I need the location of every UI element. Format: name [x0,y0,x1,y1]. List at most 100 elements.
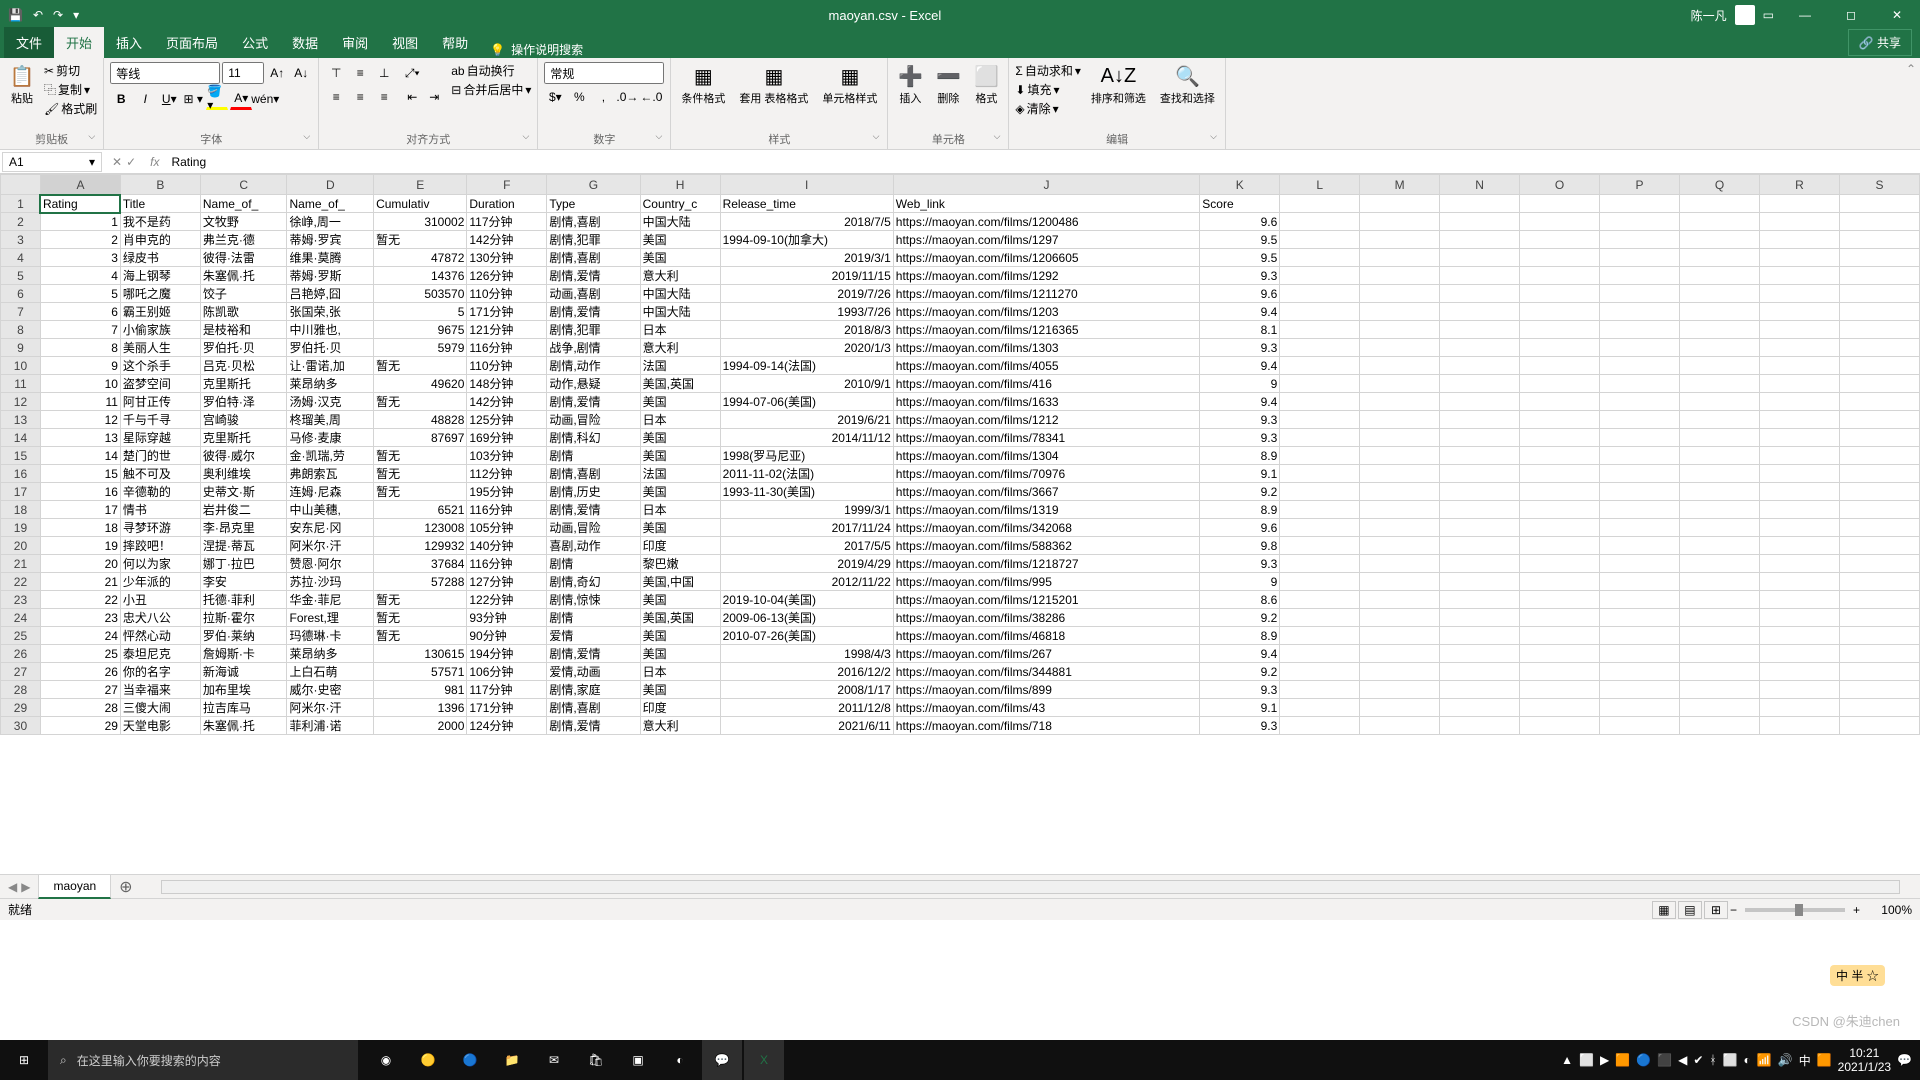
cell[interactable] [1440,321,1520,339]
cell[interactable] [1440,465,1520,483]
cell[interactable] [1839,267,1919,285]
cell[interactable]: 9.4 [1200,645,1280,663]
cell[interactable] [1759,393,1839,411]
cell[interactable] [1839,285,1919,303]
cell[interactable]: 赞恩·阿尔 [287,555,374,573]
cell[interactable]: 暂无 [374,609,467,627]
cell[interactable]: 饺子 [200,285,287,303]
cell[interactable]: 25 [40,645,120,663]
cell[interactable]: 310002 [374,213,467,231]
cell[interactable]: 90分钟 [467,627,547,645]
cell[interactable]: 剧情 [547,609,640,627]
cell[interactable]: https://maoyan.com/films/46818 [893,627,1200,645]
cell[interactable]: 阿米尔·汗 [287,699,374,717]
cell[interactable]: 剧情 [547,555,640,573]
cell[interactable]: 981 [374,681,467,699]
tray-icon[interactable]: ⬛ [1657,1053,1672,1067]
cell[interactable]: 124分钟 [467,717,547,735]
cell[interactable] [1839,645,1919,663]
cell[interactable]: 6521 [374,501,467,519]
cell[interactable] [1680,645,1760,663]
cell[interactable]: 125分钟 [467,411,547,429]
cell[interactable] [1440,429,1520,447]
tab-review[interactable]: 审阅 [330,27,380,58]
cell[interactable] [1360,483,1440,501]
cell[interactable] [1600,231,1680,249]
cell[interactable] [1839,573,1919,591]
row-header[interactable]: 23 [1,591,41,609]
cell[interactable]: 日本 [640,501,720,519]
cell[interactable]: 14376 [374,267,467,285]
cell[interactable]: 是枝裕和 [200,321,287,339]
cell[interactable] [1440,645,1520,663]
number-format-select[interactable] [544,62,664,84]
row-header[interactable]: 22 [1,573,41,591]
row-header[interactable]: 24 [1,609,41,627]
insert-cells-button[interactable]: ➕插入 [894,62,926,108]
spreadsheet-grid[interactable]: ABCDEFGHIJKLMNOPQRS1RatingTitleName_of_N… [0,174,1920,874]
cell[interactable]: 2018/7/5 [720,213,893,231]
cell[interactable] [1759,267,1839,285]
cell[interactable]: https://maoyan.com/films/1203 [893,303,1200,321]
cell[interactable]: 摔跤吧！ [120,537,200,555]
cell[interactable]: 维果·莫腾 [287,249,374,267]
cell[interactable]: https://maoyan.com/films/1303 [893,339,1200,357]
cell[interactable] [1600,249,1680,267]
page-break-view-icon[interactable]: ⊞ [1704,901,1728,919]
column-header[interactable]: K [1200,175,1280,195]
cell[interactable] [1280,195,1360,213]
cell[interactable]: Title [120,195,200,213]
cell[interactable]: 194分钟 [467,645,547,663]
cell[interactable] [1600,195,1680,213]
row-header[interactable]: 27 [1,663,41,681]
cell[interactable]: 美丽人生 [120,339,200,357]
cell[interactable] [1360,717,1440,735]
app-icon[interactable]: ◐ [660,1040,700,1080]
cell[interactable]: 暂无 [374,357,467,375]
row-header[interactable]: 4 [1,249,41,267]
row-header[interactable]: 10 [1,357,41,375]
cell[interactable]: 2018/8/3 [720,321,893,339]
column-header[interactable]: J [893,175,1200,195]
column-header[interactable]: L [1280,175,1360,195]
cell[interactable]: 8.9 [1200,447,1280,465]
cell[interactable]: 10 [40,375,120,393]
cell[interactable] [1839,699,1919,717]
column-header[interactable]: F [467,175,547,195]
cell[interactable]: 21 [40,573,120,591]
cell[interactable]: 法国 [640,357,720,375]
cell[interactable] [1600,717,1680,735]
cell[interactable]: 2017/5/5 [720,537,893,555]
row-header[interactable]: 1 [1,195,41,213]
cell[interactable] [1600,411,1680,429]
cell[interactable]: 喜剧,动作 [547,537,640,555]
cell[interactable] [1600,537,1680,555]
cell[interactable]: 5979 [374,339,467,357]
cell[interactable]: 9.2 [1200,609,1280,627]
cell[interactable]: 1 [40,213,120,231]
close-button[interactable]: ✕ [1874,0,1920,30]
increase-decimal-icon[interactable]: .0→ [616,86,638,108]
cell[interactable] [1360,411,1440,429]
cell[interactable] [1600,645,1680,663]
cell[interactable]: 195分钟 [467,483,547,501]
cell[interactable] [1839,465,1919,483]
cell[interactable] [1440,591,1520,609]
cell[interactable]: 这个杀手 [120,357,200,375]
cell[interactable] [1440,339,1520,357]
font-color-button[interactable]: A▾ [230,88,252,110]
tab-insert[interactable]: 插入 [104,27,154,58]
cell[interactable] [1440,537,1520,555]
cell[interactable] [1520,411,1600,429]
cell[interactable]: 安东尼·冈 [287,519,374,537]
cell[interactable] [1280,483,1360,501]
cell[interactable]: 李·昂克里 [200,519,287,537]
tray-icon[interactable]: ⬜ [1723,1053,1738,1067]
cell[interactable] [1360,609,1440,627]
cell[interactable] [1280,303,1360,321]
cell[interactable]: 剧情,爱情 [547,717,640,735]
cell[interactable]: 彼得·法雷 [200,249,287,267]
cell[interactable]: 57288 [374,573,467,591]
cell[interactable]: 2012/11/22 [720,573,893,591]
decrease-indent-icon[interactable]: ⇤ [401,86,423,108]
